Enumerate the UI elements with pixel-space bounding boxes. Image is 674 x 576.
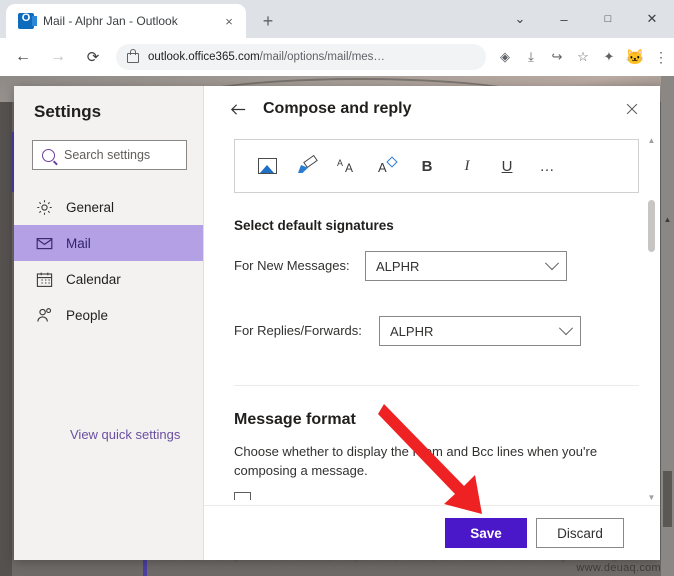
close-icon[interactable] <box>620 97 644 121</box>
reload-button[interactable]: ⟳ <box>78 42 108 72</box>
replies-forwards-label: For Replies/Forwards: <box>234 323 362 338</box>
close-window-button[interactable]: ✕ <box>630 0 674 38</box>
minimize-button[interactable]: – <box>542 0 586 38</box>
back-button[interactable]: ← <box>8 42 38 72</box>
settings-dialog: Settings Search settings General Mail Ca… <box>14 86 660 560</box>
panel-header: Compose and reply <box>204 86 660 132</box>
scrollbar-thumb[interactable] <box>648 200 655 252</box>
bookmark-star-icon[interactable]: ☆ <box>570 44 596 70</box>
sidebar-item-calendar[interactable]: Calendar <box>14 261 203 297</box>
envelope-icon <box>36 235 53 252</box>
sidebar-item-general[interactable]: General <box>14 189 203 225</box>
more-options-icon[interactable]: … <box>532 151 562 181</box>
screenshot-root: Mail - Alphr Jan - Outlook × + ⌄ – □ ✕ ←… <box>0 0 674 576</box>
maximize-button[interactable]: □ <box>586 0 630 38</box>
sidebar-item-label: People <box>66 307 109 323</box>
format-painter-icon[interactable] <box>292 151 322 181</box>
chevron-down-icon <box>558 321 574 336</box>
page-scroll-up-icon[interactable]: ▲ <box>663 214 672 224</box>
replies-signature-dropdown[interactable]: ALPHR <box>379 316 581 346</box>
browser-toolbar: ← → ⟳ outlook.office365.com/mail/options… <box>0 38 674 76</box>
tab-close-icon[interactable]: × <box>220 12 238 30</box>
url-text: outlook.office365.com/mail/options/mail/… <box>148 51 478 63</box>
search-placeholder: Search settings <box>64 148 151 162</box>
extensions-puzzle-icon[interactable]: ✦ <box>596 44 622 70</box>
share-icon[interactable]: ↪ <box>544 44 570 70</box>
window-controls: ⌄ – □ ✕ <box>498 0 674 38</box>
insert-picture-icon[interactable] <box>252 151 282 181</box>
reader-mode-icon[interactable]: ◈ <box>492 44 518 70</box>
font-size-icon[interactable]: AA <box>332 151 362 181</box>
new-tab-button[interactable]: + <box>256 9 280 33</box>
address-bar[interactable]: outlook.office365.com/mail/options/mail/… <box>116 44 486 70</box>
sidebar-item-label: General <box>66 199 115 215</box>
message-format-checkbox[interactable] <box>234 492 251 500</box>
bold-icon[interactable]: B <box>412 151 442 181</box>
chevron-down-icon <box>544 256 560 271</box>
background-left-rail <box>0 102 12 576</box>
browser-menu-icon[interactable]: ⋮ <box>648 44 674 70</box>
browser-tab-strip: Mail - Alphr Jan - Outlook × + ⌄ – □ ✕ <box>0 0 674 38</box>
font-color-icon[interactable]: A <box>372 151 402 181</box>
profile-avatar-icon[interactable]: 🐱 <box>622 44 648 70</box>
dropdown-value: ALPHR <box>390 323 434 339</box>
person-icon <box>36 307 53 324</box>
new-messages-signature-dropdown[interactable]: ALPHR <box>365 251 567 281</box>
panel-scrollbar[interactable]: ▲ ▼ <box>644 132 659 506</box>
new-messages-label: For New Messages: <box>234 258 350 273</box>
back-arrow-icon[interactable] <box>225 96 251 122</box>
dropdown-value: ALPHR <box>376 258 420 274</box>
italic-icon[interactable]: I <box>452 151 482 181</box>
panel-footer: Save Discard <box>204 505 660 560</box>
sidebar-item-label: Calendar <box>66 271 121 287</box>
outlook-icon <box>18 12 37 29</box>
message-format-heading: Message format <box>234 411 356 428</box>
scroll-up-arrow-icon[interactable]: ▲ <box>647 136 656 145</box>
forward-button[interactable]: → <box>43 42 73 72</box>
gear-icon <box>36 199 53 216</box>
signature-editor-toolbar: AA A B I U … <box>234 139 639 193</box>
search-icon <box>42 148 55 162</box>
panel-title: Compose and reply <box>263 100 412 117</box>
page-scrollbar-thumb[interactable] <box>663 471 672 527</box>
sidebar-item-people[interactable]: People <box>14 297 203 333</box>
scroll-down-arrow-icon[interactable]: ▼ <box>647 493 656 502</box>
url-path: /mail/options/mail/mes… <box>259 51 385 63</box>
panel-scroll-area[interactable]: AA A B I U … Select default signatures F… <box>204 132 660 506</box>
settings-sidebar: Settings Search settings General Mail Ca… <box>14 86 203 560</box>
search-settings-input[interactable]: Search settings <box>32 140 187 170</box>
sidebar-item-label: Mail <box>66 235 91 251</box>
view-quick-settings-link[interactable]: View quick settings <box>70 427 180 442</box>
discard-button[interactable]: Discard <box>536 518 624 548</box>
save-button[interactable]: Save <box>445 518 527 548</box>
calendar-icon <box>36 271 53 288</box>
signatures-heading: Select default signatures <box>234 218 394 233</box>
tab-search-icon[interactable]: ⌄ <box>498 0 542 38</box>
site-watermark: www.deuaq.com <box>576 562 661 574</box>
sidebar-item-mail[interactable]: Mail <box>14 225 203 261</box>
settings-content-panel: Compose and reply AA A B I U … Select de… <box>204 86 660 560</box>
download-icon[interactable]: ⤓ <box>518 44 544 70</box>
message-format-description: Choose whether to display the From and B… <box>234 444 598 478</box>
lock-icon <box>127 49 139 63</box>
browser-tab[interactable]: Mail - Alphr Jan - Outlook × <box>6 4 246 38</box>
page-scrollbar[interactable]: ▲ <box>661 76 674 576</box>
url-domain: outlook.office365.com <box>148 51 260 63</box>
sidebar-title: Settings <box>34 102 102 121</box>
section-divider <box>234 385 639 386</box>
underline-icon[interactable]: U <box>492 151 522 181</box>
browser-tab-title: Mail - Alphr Jan - Outlook <box>43 14 178 28</box>
